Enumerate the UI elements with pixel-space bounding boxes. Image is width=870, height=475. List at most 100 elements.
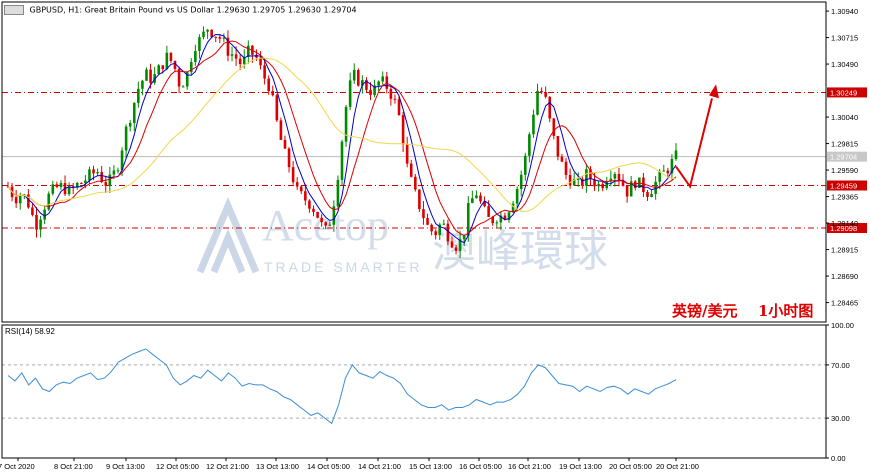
candle-body xyxy=(137,88,140,103)
candle-body xyxy=(414,176,417,190)
candle-body xyxy=(312,208,315,212)
candle-body xyxy=(51,184,55,194)
candle-body xyxy=(642,177,645,192)
candle-body xyxy=(515,188,519,204)
x-tick-label: 20 Oct 05:00 xyxy=(609,462,652,471)
candle-body xyxy=(560,156,564,162)
candle-body xyxy=(352,69,356,81)
candle-body xyxy=(324,222,328,226)
candle-body xyxy=(161,65,165,70)
candle-body xyxy=(605,181,609,189)
candle-body xyxy=(536,90,539,115)
rsi-title: RSI(14) 58.92 xyxy=(5,327,55,336)
candle-body xyxy=(381,76,385,82)
candle-body xyxy=(617,173,621,182)
candle-body xyxy=(344,106,348,142)
y-tick-label: 1.29590 xyxy=(831,166,858,175)
watermark-tagline: TRADE SMARTER xyxy=(264,259,423,275)
candle-body xyxy=(540,90,543,93)
rsi-y-tick-label: 100.00 xyxy=(831,321,854,330)
candle-body xyxy=(650,193,653,198)
x-tick-label: 15 Oct 13:00 xyxy=(409,462,452,471)
candle-body xyxy=(96,172,99,174)
y-tick-label: 1.30490 xyxy=(831,60,858,69)
candle-body xyxy=(422,209,425,219)
candle-body xyxy=(132,102,136,124)
x-tick-label: 16 Oct 05:00 xyxy=(459,462,502,471)
candle-body xyxy=(128,123,132,127)
candle-body xyxy=(165,52,169,70)
candle-body xyxy=(662,170,666,172)
candle-body xyxy=(47,193,51,210)
candle-body xyxy=(393,98,397,100)
candle-body xyxy=(283,139,287,149)
ohlc-values: 1.29630 1.29705 1.29630 1.29704 xyxy=(216,5,357,15)
candle-body xyxy=(409,163,413,177)
candle-body xyxy=(385,76,389,89)
candle-body xyxy=(548,96,552,119)
candle-body xyxy=(564,161,568,176)
x-tick-label: 12 Oct 21:00 xyxy=(206,462,249,471)
candle-body xyxy=(320,217,323,223)
candle-body xyxy=(487,206,490,217)
y-tick-label: 1.30040 xyxy=(831,113,858,122)
candle-body xyxy=(181,86,185,88)
candle-body xyxy=(234,54,238,59)
candle-body xyxy=(528,134,531,156)
candle-body xyxy=(544,92,547,97)
candle-body xyxy=(145,69,148,81)
candle-body xyxy=(495,222,499,224)
candle-body xyxy=(116,170,120,172)
candle-body xyxy=(149,69,152,83)
candle-body xyxy=(523,155,527,175)
candle-body xyxy=(475,195,478,199)
candle-body xyxy=(124,126,128,151)
chart-info-bar: GBPUSD, H1: Great Britain Pound vs US Do… xyxy=(4,5,357,15)
candle-body xyxy=(267,78,270,92)
candle-body xyxy=(247,45,250,57)
candle-body xyxy=(576,178,580,180)
x-tick-label: 14 Oct 05:00 xyxy=(307,462,350,471)
x-tick-label: 8 Oct 21:00 xyxy=(54,462,93,471)
candle-body xyxy=(430,224,433,232)
candle-body xyxy=(625,185,629,197)
candle-body xyxy=(104,182,108,186)
candle-body xyxy=(31,207,34,216)
candle-body xyxy=(308,200,311,209)
candle-body xyxy=(568,175,572,186)
candle-body xyxy=(348,80,352,107)
candle-body xyxy=(316,211,319,218)
candle-body xyxy=(674,150,678,160)
candle-body xyxy=(304,191,307,201)
x-tick-label: 16 Oct 21:00 xyxy=(508,462,551,471)
y-tick-label: 1.30940 xyxy=(831,7,858,16)
candle-body xyxy=(35,215,38,230)
candle-body xyxy=(271,91,275,96)
candle-body xyxy=(442,223,446,225)
x-tick-label: 12 Oct 05:00 xyxy=(156,462,199,471)
candle-body xyxy=(434,231,437,236)
candle-body xyxy=(279,120,283,140)
symbol-description: Great Britain Pound vs US Dollar xyxy=(84,5,215,15)
candle-body xyxy=(198,37,201,51)
rsi-y-tick-label: 30.00 xyxy=(831,414,850,423)
candle-body xyxy=(646,191,649,198)
y-tick-label: 1.29140 xyxy=(831,219,858,228)
candle-body xyxy=(55,184,59,187)
candle-body xyxy=(336,179,340,207)
candle-body xyxy=(39,219,42,230)
y-tick-label: 1.28915 xyxy=(831,246,858,255)
candle-body xyxy=(108,174,112,186)
candle-body xyxy=(401,115,405,145)
candle-body xyxy=(88,169,91,181)
level-tag-label-0: 1.30249 xyxy=(830,88,857,97)
candle-body xyxy=(340,141,344,180)
y-tick-label: 1.29365 xyxy=(831,193,858,202)
candle-body xyxy=(218,37,222,39)
candle-body xyxy=(14,197,18,204)
y-tick-label: 1.28690 xyxy=(831,272,858,281)
candle-body xyxy=(389,88,393,99)
candle-body xyxy=(80,182,83,184)
candle-body xyxy=(275,95,279,121)
symbol-label: GBPUSD, H1: xyxy=(29,5,83,15)
